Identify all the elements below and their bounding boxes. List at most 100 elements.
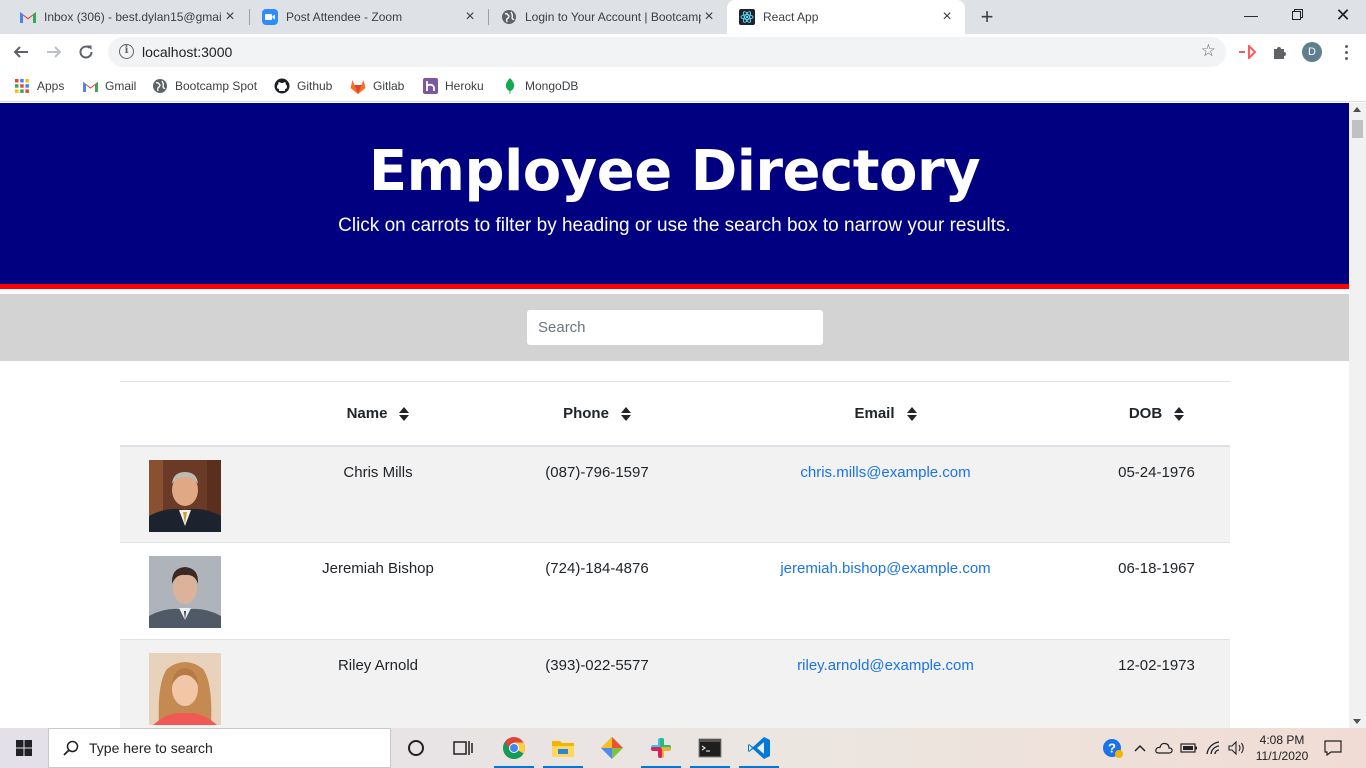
- wifi-icon: [1206, 741, 1220, 755]
- chrome-icon: [503, 737, 525, 759]
- tab-title: Login to Your Account | Bootcamp Spot: [525, 10, 701, 24]
- help-tray-icon[interactable]: ?: [1100, 728, 1126, 768]
- bookmark-star-icon[interactable]: ☆: [1201, 41, 1216, 61]
- taskbar-chrome[interactable]: [491, 728, 537, 768]
- taskbar-gitkraken[interactable]: [589, 728, 635, 768]
- gmail-icon: [20, 9, 36, 25]
- terminal-icon: [698, 738, 722, 758]
- forward-button[interactable]: [40, 38, 68, 66]
- email-cell: chris.mills@example.com: [688, 445, 1083, 543]
- taskbar-search-placeholder: Type here to search: [89, 740, 213, 756]
- page-title: Employee Directory: [368, 139, 981, 204]
- chevron-up-icon: [1134, 744, 1146, 752]
- taskbar-slack[interactable]: [638, 728, 684, 768]
- extension-cast-icon[interactable]: [1237, 42, 1257, 62]
- bookmark-github[interactable]: Github: [274, 76, 332, 96]
- reload-icon: [79, 45, 93, 59]
- back-button[interactable]: [7, 38, 35, 66]
- scroll-up-icon[interactable]: [1353, 107, 1361, 112]
- start-button[interactable]: [0, 728, 48, 768]
- scroll-down-icon[interactable]: [1353, 719, 1361, 724]
- bookmark-mongodb[interactable]: MongoDB: [502, 76, 578, 96]
- employee-dob: 06-18-1967: [1083, 542, 1230, 640]
- close-icon[interactable]: ×: [701, 8, 717, 26]
- scrollbar-thumb[interactable]: [1352, 120, 1363, 138]
- taskbar-clock[interactable]: 4:08 PM 11/1/2020: [1250, 732, 1314, 764]
- tab-title: Post Attendee - Zoom: [286, 10, 403, 24]
- battery-tray-icon[interactable]: [1178, 728, 1200, 768]
- svg-text:?: ?: [1108, 741, 1116, 756]
- taskbar-terminal[interactable]: [687, 728, 733, 768]
- zoom-icon: [262, 9, 278, 25]
- employee-photo: [149, 556, 221, 628]
- action-center-button[interactable]: [1318, 728, 1348, 768]
- close-icon[interactable]: ×: [462, 8, 478, 26]
- sort-arrows-icon[interactable]: [399, 406, 410, 421]
- tab-title: React App: [763, 10, 819, 24]
- employee-photo: [149, 459, 221, 532]
- close-window-button[interactable]: ✕: [1320, 0, 1366, 30]
- bookmark-label: Bootcamp Spot: [175, 79, 258, 93]
- maximize-button[interactable]: [1274, 0, 1320, 30]
- employee-email-link[interactable]: chris.mills@example.com: [800, 464, 970, 481]
- tab-gmail-inbox[interactable]: Inbox (306) - best.dylan15@gmail.com - G…: [8, 0, 248, 34]
- cloud-icon: [1155, 742, 1173, 754]
- column-header-name[interactable]: Name: [250, 381, 506, 447]
- gitlab-icon: [350, 78, 366, 94]
- tab-bootcamp-login[interactable]: Login to Your Account | Bootcamp Spot ×: [489, 0, 727, 34]
- search-input[interactable]: [526, 309, 824, 346]
- extensions-puzzle-icon[interactable]: [1270, 42, 1290, 62]
- employee-email-link[interactable]: jeremiah.bishop@example.com: [780, 560, 990, 577]
- bookmark-gitlab[interactable]: Gitlab: [350, 76, 404, 96]
- windows-logo-icon: [16, 740, 32, 756]
- tab-strip: Inbox (306) - best.dylan15@gmail.com - G…: [0, 0, 1366, 34]
- table-row: Riley Arnold (393)-022-5577 riley.arnold…: [120, 639, 1230, 728]
- page-scrollbar[interactable]: [1349, 103, 1366, 728]
- wifi-tray-icon[interactable]: [1203, 728, 1225, 768]
- speaker-icon: [1228, 741, 1244, 755]
- employee-email-link[interactable]: riley.arnold@example.com: [797, 657, 974, 674]
- taskbar-search-box[interactable]: Type here to search: [48, 728, 391, 768]
- bookmark-label: Github: [297, 79, 333, 93]
- bookmark-apps[interactable]: Apps: [14, 76, 64, 96]
- profile-avatar[interactable]: D: [1302, 42, 1322, 62]
- table-row: Jeremiah Bishop (724)-184-4876 jeremiah.…: [120, 542, 1230, 640]
- employee-name: Riley Arnold: [250, 639, 506, 728]
- help-icon: ?: [1103, 739, 1123, 758]
- minimize-button[interactable]: —: [1228, 0, 1274, 30]
- reload-button[interactable]: [72, 38, 100, 66]
- close-icon[interactable]: ×: [939, 8, 955, 26]
- cortana-button[interactable]: [393, 728, 439, 768]
- taskbar-file-explorer[interactable]: [540, 728, 586, 768]
- bookmark-bootcamp-spot[interactable]: Bootcamp Spot: [152, 76, 257, 96]
- table-row: Chris Mills (087)-796-1597 chris.mills@e…: [120, 445, 1230, 543]
- tab-zoom[interactable]: Post Attendee - Zoom ×: [250, 0, 488, 34]
- onedrive-tray-icon[interactable]: [1153, 728, 1175, 768]
- volume-tray-icon[interactable]: [1226, 728, 1248, 768]
- show-hidden-icons-button[interactable]: [1130, 728, 1150, 768]
- slack-icon: [651, 738, 671, 758]
- info-icon[interactable]: i: [119, 44, 134, 59]
- bookmark-heroku[interactable]: Heroku: [422, 76, 484, 96]
- bookmark-gmail[interactable]: Gmail: [82, 76, 136, 96]
- task-view-button[interactable]: [440, 728, 486, 768]
- column-header-phone[interactable]: Phone: [506, 381, 688, 447]
- close-icon[interactable]: ×: [222, 8, 238, 26]
- page-subtitle: Click on carrots to filter by heading or…: [338, 215, 1011, 236]
- browser-menu-icon[interactable]: [1336, 41, 1356, 63]
- sort-arrows-icon[interactable]: [620, 406, 631, 421]
- address-bar[interactable]: i localhost:3000 ☆: [108, 37, 1226, 67]
- employee-table-container: Name Phone Email DOB Chris Mills (087)-7…: [120, 381, 1230, 728]
- bookmarks-bar: Apps Gmail Bootcamp Spot Github Gitlab H…: [0, 70, 1366, 102]
- taskbar-vscode[interactable]: [736, 728, 782, 768]
- task-view-icon: [453, 741, 473, 755]
- github-icon: [274, 78, 290, 94]
- column-header-email[interactable]: Email: [688, 381, 1083, 447]
- column-header-dob[interactable]: DOB: [1083, 381, 1230, 447]
- employee-phone: (087)-796-1597: [506, 445, 688, 543]
- sort-arrows-icon[interactable]: [1174, 406, 1185, 421]
- image-cell: [120, 542, 250, 640]
- tab-react-app[interactable]: React App ×: [727, 0, 965, 34]
- new-tab-button[interactable]: +: [976, 4, 998, 30]
- sort-arrows-icon[interactable]: [906, 406, 917, 421]
